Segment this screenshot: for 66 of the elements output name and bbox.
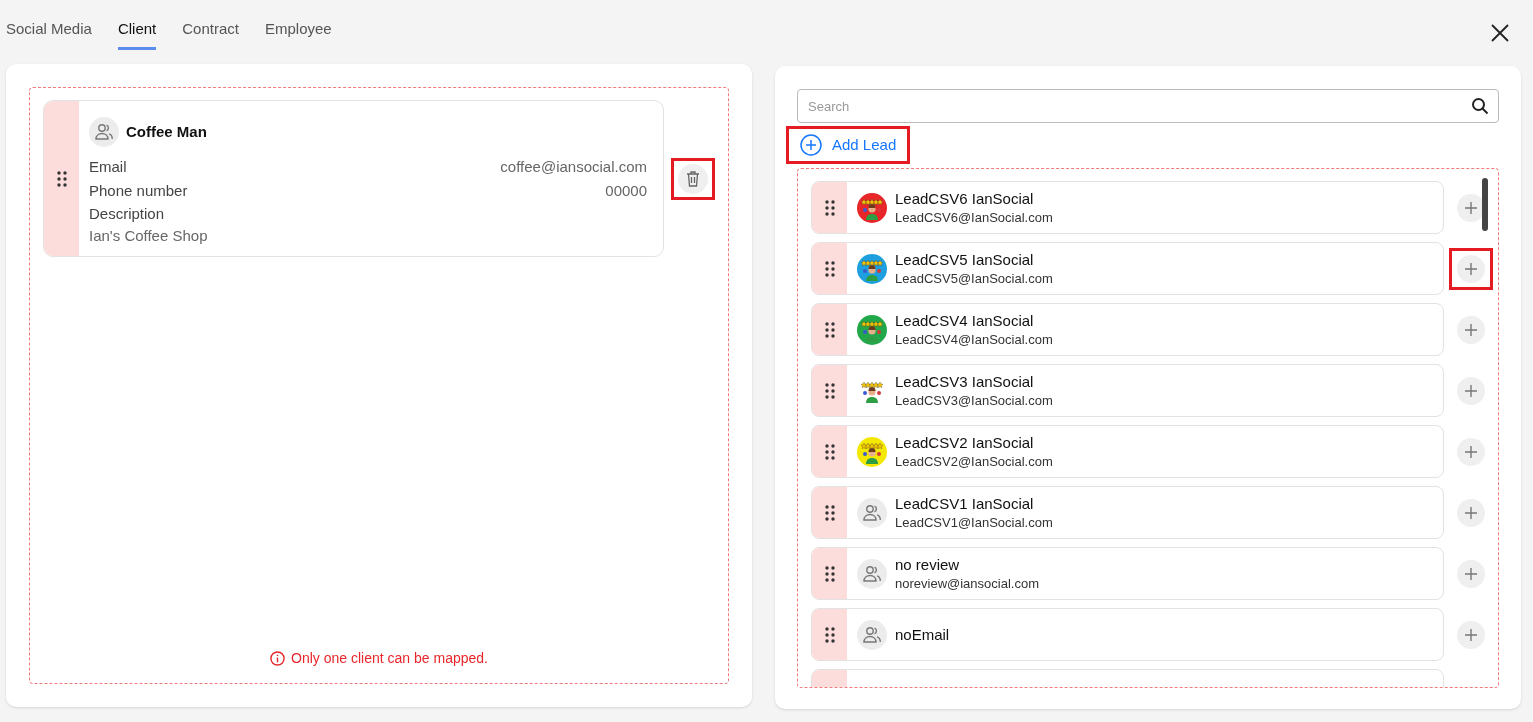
field-label: Description xyxy=(89,204,166,224)
lead-name: LeadCSV1 IanSocial xyxy=(895,493,1035,514)
plus-icon xyxy=(1465,201,1477,214)
delete-button[interactable] xyxy=(671,157,715,200)
plus-icon xyxy=(1465,506,1477,519)
client-name: Coffee Man xyxy=(126,121,207,142)
field-value: coffee@iansocial.com xyxy=(500,157,648,177)
field-label: Phone number xyxy=(89,181,188,201)
lead-email: LeadCSV6@IanSocial.com xyxy=(895,208,1053,227)
plus-icon xyxy=(1465,262,1477,275)
lead-name: no review xyxy=(895,554,961,575)
drag-handle-icon[interactable] xyxy=(824,565,835,582)
field-value: 00000 xyxy=(605,181,648,201)
lead-card[interactable]: LeadCSV2 IanSocial LeadCSV2@IanSocial.com xyxy=(811,425,1444,478)
lead-card[interactable]: LeadCSV4 IanSocial LeadCSV4@IanSocial.com xyxy=(811,303,1444,356)
lead-name: LeadCSV6 IanSocial xyxy=(895,188,1035,209)
drag-handle-icon[interactable] xyxy=(824,443,835,460)
lead-card[interactable]: no review noreview@iansocial.com xyxy=(811,547,1444,600)
close-icon[interactable] xyxy=(1491,24,1509,42)
drag-handle-icon[interactable] xyxy=(824,382,835,399)
tab[interactable]: Client xyxy=(117,18,157,50)
plus-icon xyxy=(1465,384,1477,397)
lead-card[interactable]: LeadCSV5 IanSocial LeadCSV5@IanSocial.com xyxy=(811,242,1444,295)
user-avatar xyxy=(857,558,887,589)
lead-name: noEmail xyxy=(895,624,950,645)
tab[interactable]: Contract xyxy=(182,18,239,50)
user-avatar xyxy=(857,619,887,650)
plus-icon xyxy=(1465,567,1477,580)
description-text: Ian's Coffee Shop xyxy=(89,226,209,246)
user-avatar xyxy=(89,117,119,147)
lead-email: LeadCSV4@IanSocial.com xyxy=(895,330,1053,349)
scrollbar[interactable] xyxy=(1482,178,1488,231)
drag-handle-icon[interactable] xyxy=(824,321,835,338)
tab[interactable]: Social Media xyxy=(6,18,92,50)
drag-handle-icon[interactable] xyxy=(824,626,835,643)
lead-email: LeadCSV2@IanSocial.com xyxy=(895,452,1053,471)
user-avatar xyxy=(857,497,887,528)
info-icon xyxy=(270,651,286,666)
drag-handle-icon[interactable] xyxy=(56,170,67,187)
lead-name: LeadCSV3 IanSocial xyxy=(895,371,1035,392)
lead-email: noreview@iansocial.com xyxy=(895,574,1039,593)
lead-email: LeadCSV5@IanSocial.com xyxy=(895,269,1053,288)
plus-icon xyxy=(1465,445,1477,458)
plus-circle-icon xyxy=(800,134,822,156)
tab[interactable]: Employee xyxy=(264,18,332,50)
drag-handle-icon[interactable] xyxy=(824,260,835,277)
drag-handle-icon[interactable] xyxy=(824,504,835,521)
lead-card[interactable]: LeadCSV1 IanSocial LeadCSV1@IanSocial.com xyxy=(811,486,1444,539)
plus-icon xyxy=(1465,323,1477,336)
trash-icon xyxy=(686,170,700,187)
lead-card[interactable]: noEmail xyxy=(811,608,1444,661)
warning-message: Only one client can be mapped. xyxy=(291,649,488,668)
plus-icon xyxy=(1465,628,1477,641)
add-button[interactable] xyxy=(1449,247,1493,290)
lead-card[interactable]: LeadCSV6 IanSocial LeadCSV6@IanSocial.com xyxy=(811,181,1444,234)
search-icon[interactable] xyxy=(1471,97,1489,115)
lead-email: LeadCSV1@IanSocial.com xyxy=(895,513,1053,532)
field-label: Email xyxy=(89,157,127,177)
lead-name: LeadCSV2 IanSocial xyxy=(895,432,1035,453)
lead-name: LeadCSV4 IanSocial xyxy=(895,310,1035,331)
lead-email: LeadCSV3@IanSocial.com xyxy=(895,391,1053,410)
drag-handle-icon[interactable] xyxy=(824,199,835,216)
add-lead-button[interactable]: Add Lead xyxy=(786,126,911,164)
search-field[interactable]: Search xyxy=(797,89,1499,123)
lead-name: LeadCSV5 IanSocial xyxy=(895,249,1035,270)
lead-card[interactable]: LeadCSV3 IanSocial LeadCSV3@IanSocial.com xyxy=(811,364,1444,417)
